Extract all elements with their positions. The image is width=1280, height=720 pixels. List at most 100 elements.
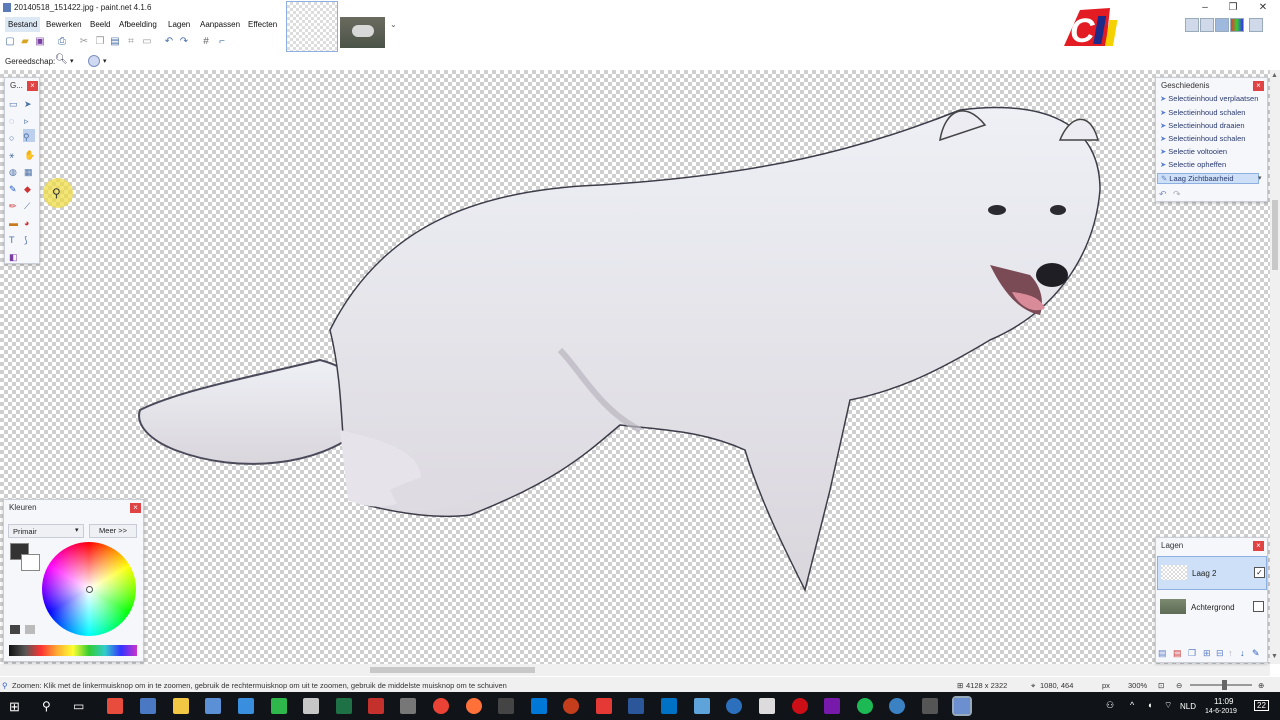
- zoom-out-icon[interactable]: ⊖: [1176, 681, 1182, 690]
- history-item[interactable]: ➤ Selectieinhoud verplaatsen: [1160, 94, 1258, 103]
- taskbar-app-icon[interactable]: [140, 698, 156, 714]
- search-icon[interactable]: ⚲: [42, 699, 51, 713]
- taskbar-app-icon[interactable]: [303, 698, 319, 714]
- taskbar-app-icon[interactable]: [922, 698, 938, 714]
- menu-lagen[interactable]: Lagen: [165, 17, 193, 32]
- wifi-icon[interactable]: ⌔: [1164, 700, 1172, 711]
- delete-layer-icon[interactable]: ▤: [1173, 648, 1182, 659]
- scroll-down-icon[interactable]: ▼: [1271, 653, 1278, 660]
- duplicate-layer-icon[interactable]: ❐: [1188, 648, 1196, 659]
- history-panel-close[interactable]: ×: [1253, 81, 1264, 91]
- taskbar-app-icon[interactable]: [400, 698, 416, 714]
- taskbar-spotify-icon[interactable]: [857, 698, 873, 714]
- menu-bestand[interactable]: Bestand: [5, 17, 41, 32]
- tabs-dropdown-icon[interactable]: ⌄: [390, 20, 397, 29]
- new-icon[interactable]: ▢: [4, 36, 16, 48]
- cut-icon[interactable]: ✂: [78, 36, 90, 48]
- clone-stamp-icon[interactable]: ▬: [9, 215, 18, 232]
- taskbar-word-icon[interactable]: [628, 698, 644, 714]
- tools-toggle-icon[interactable]: [1185, 18, 1199, 32]
- vertical-scrollbar[interactable]: ▲ ▼: [1270, 70, 1280, 664]
- history-scroll-icon[interactable]: ▾: [1258, 174, 1262, 182]
- secondary-color-swatch[interactable]: [21, 554, 40, 571]
- layers-toggle-icon[interactable]: [1215, 18, 1229, 32]
- taskbar-app-icon[interactable]: [205, 698, 221, 714]
- taskbar-edge-icon[interactable]: [531, 698, 547, 714]
- menu-afbeelding[interactable]: Afbeelding: [116, 17, 160, 32]
- line-icon[interactable]: ⟆: [24, 232, 28, 249]
- undo-icon[interactable]: ↶: [163, 36, 175, 48]
- tools-panel-close[interactable]: ×: [27, 81, 38, 91]
- zoom-in-icon[interactable]: ⊕: [1258, 681, 1264, 690]
- taskbar-file-explorer-icon[interactable]: [173, 698, 189, 714]
- copy-icon[interactable]: ❐: [94, 36, 106, 48]
- color-wheel[interactable]: [42, 542, 136, 636]
- text-icon[interactable]: T: [9, 232, 15, 249]
- color-picker-icon[interactable]: ⟋: [24, 198, 30, 215]
- volume-icon[interactable]: ◖: [1147, 700, 1152, 710]
- taskbar-onenote-icon[interactable]: [824, 698, 840, 714]
- layer-row-achtergrond[interactable]: Achtergrond: [1157, 591, 1265, 623]
- ellipse-select-icon[interactable]: ○: [9, 130, 14, 147]
- move-layer-down-icon[interactable]: ↓: [1240, 648, 1245, 658]
- grid-icon[interactable]: #: [200, 36, 212, 48]
- zoom-slider[interactable]: [1190, 680, 1252, 690]
- taskbar-app-icon[interactable]: [238, 698, 254, 714]
- zoom-fit-icon[interactable]: ⊡: [1158, 681, 1164, 690]
- shapes-icon[interactable]: ◧: [9, 249, 18, 266]
- taskbar-app-icon[interactable]: [271, 698, 287, 714]
- move-layer-up-icon[interactable]: ↑: [1228, 648, 1233, 658]
- history-item[interactable]: ➤ Selectieinhoud draaien: [1160, 121, 1245, 130]
- history-redo-icon[interactable]: ↷: [1173, 189, 1181, 200]
- taskbar-app-icon[interactable]: [498, 698, 514, 714]
- crop-icon[interactable]: ⌗: [125, 36, 137, 48]
- swap-colors-icon[interactable]: [25, 625, 35, 634]
- palette-strip[interactable]: [9, 645, 137, 656]
- history-item[interactable]: ➤ Selectie opheffen: [1160, 160, 1226, 169]
- clock-date[interactable]: 14-6-2019: [1205, 708, 1237, 715]
- taskbar-app-icon[interactable]: [107, 698, 123, 714]
- image-tab-thumbnail[interactable]: [340, 17, 385, 48]
- save-icon[interactable]: ▣: [34, 36, 46, 48]
- move-selection-2-icon[interactable]: ▹: [24, 113, 29, 130]
- network-tray-icon[interactable]: ⚇: [1106, 700, 1114, 711]
- zoom-tool-selected-icon[interactable]: ⚲: [23, 129, 35, 142]
- import-layer-icon[interactable]: ⊟: [1216, 648, 1224, 659]
- taskbar-chrome-icon[interactable]: [433, 698, 449, 714]
- zoom-tool-icon[interactable]: 🔍︎: [55, 54, 68, 65]
- scroll-up-icon[interactable]: ▲: [1271, 72, 1278, 79]
- zoom-level[interactable]: 300%: [1128, 681, 1147, 690]
- pan-icon[interactable]: ✋: [24, 147, 35, 164]
- recolor-icon[interactable]: ◕: [24, 215, 29, 232]
- clock-time[interactable]: 11:09: [1214, 697, 1233, 706]
- taskbar-app-icon[interactable]: [726, 698, 742, 714]
- magic-wand-icon[interactable]: ⚹: [9, 147, 14, 164]
- menu-bewerken[interactable]: Bewerken: [43, 17, 85, 32]
- open-icon[interactable]: ▰: [19, 36, 31, 48]
- history-item-selected[interactable]: ✎ Laag Zichtbaarheid: [1157, 173, 1259, 184]
- history-undo-icon[interactable]: ↶: [1159, 189, 1167, 200]
- lasso-icon[interactable]: ◌: [9, 113, 14, 130]
- taskbar-opera-icon[interactable]: [792, 698, 808, 714]
- taskbar-paintnet-icon[interactable]: [952, 696, 972, 716]
- taskbar-firefox-icon[interactable]: [466, 698, 482, 714]
- horizontal-scrollbar[interactable]: [0, 664, 1270, 676]
- vertical-scroll-thumb[interactable]: [1272, 200, 1278, 270]
- language-indicator[interactable]: NLD: [1180, 702, 1196, 711]
- task-view-icon[interactable]: ▭: [73, 699, 84, 713]
- more-colors-button[interactable]: Meer >>: [89, 524, 137, 538]
- canvas[interactable]: ⚲: [0, 70, 1270, 664]
- image-tab-active[interactable]: [286, 1, 338, 52]
- history-item[interactable]: ➤ Selectie voltooien: [1160, 147, 1227, 156]
- layer-row-laag-2[interactable]: Laag 2 ✓: [1157, 556, 1267, 590]
- black-white-icon[interactable]: [10, 625, 20, 634]
- layer-visibility-checkbox[interactable]: ✓: [1254, 567, 1265, 578]
- pencil-icon[interactable]: ✏: [9, 198, 17, 215]
- paste-icon[interactable]: ▤: [109, 36, 121, 48]
- menu-aanpassen[interactable]: Aanpassen: [197, 17, 243, 32]
- zoom-slider-thumb[interactable]: [1222, 680, 1227, 690]
- taskbar-app-icon[interactable]: [596, 698, 612, 714]
- start-icon[interactable]: ⊞: [9, 699, 20, 715]
- redo-icon[interactable]: ↷: [178, 36, 190, 48]
- layer-properties-icon[interactable]: ✎: [1252, 648, 1260, 659]
